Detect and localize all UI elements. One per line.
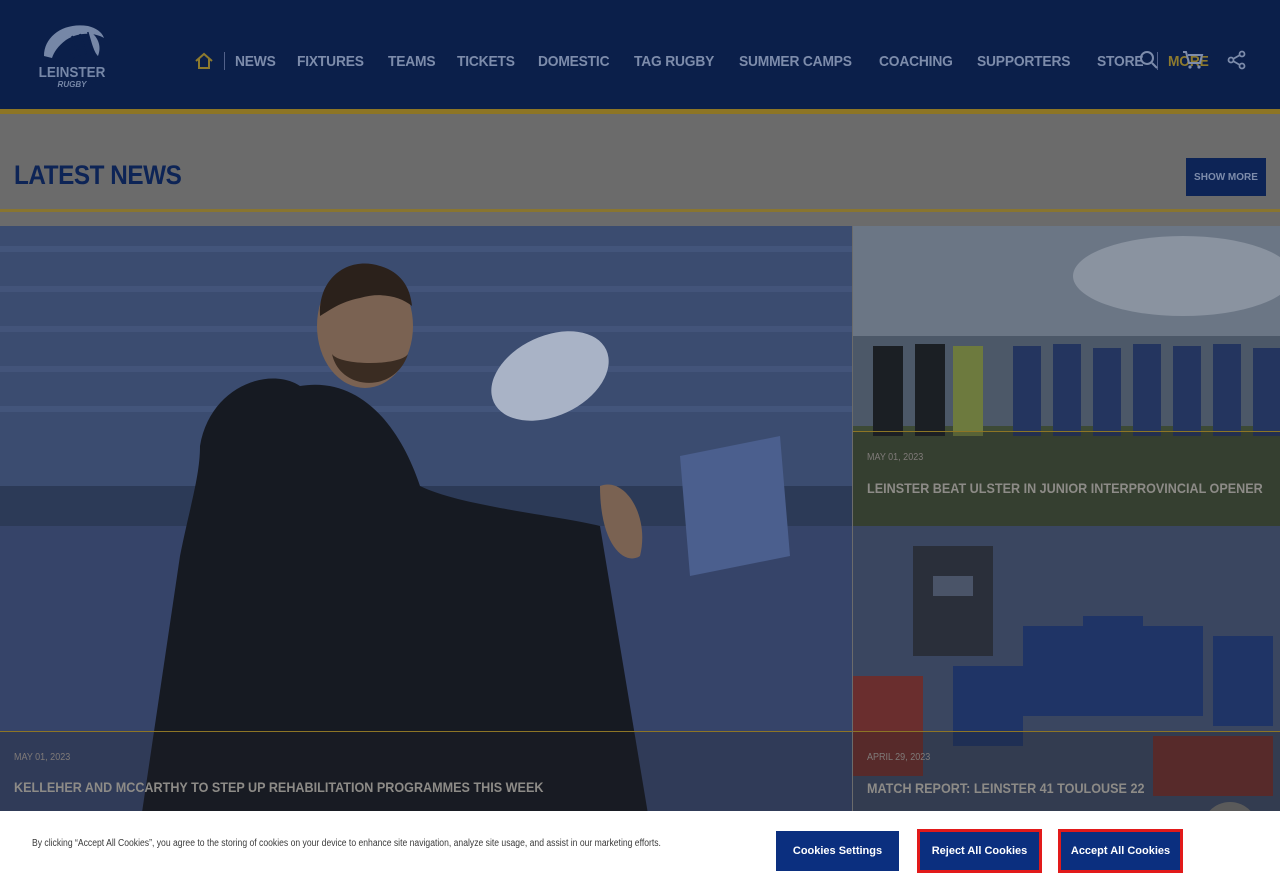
- cart-icon[interactable]: [1182, 48, 1204, 72]
- news-headline[interactable]: KELLEHER AND MCCARTHY TO STEP UP REHABIL…: [14, 779, 543, 795]
- news-tile-main[interactable]: MAY 01, 2023 KELLEHER AND MCCARTHY TO ST…: [0, 226, 852, 826]
- logo-wordmark: LEINSTER: [38, 64, 106, 81]
- section-title: LATEST NEWS: [14, 160, 182, 190]
- main-nav: NEWS FIXTURES TEAMS TICKETS DOMESTIC TAG…: [194, 48, 1230, 74]
- search-icon[interactable]: [1138, 48, 1160, 72]
- nav-item-teams[interactable]: TEAMS: [388, 53, 436, 70]
- news-tile-secondary[interactable]: MAY 01, 2023 LEINSTER BEAT ULSTER IN JUN…: [853, 226, 1280, 526]
- home-icon[interactable]: [194, 50, 216, 72]
- latest-news-header: [0, 119, 1280, 212]
- nav-item-fixtures[interactable]: FIXTURES: [297, 53, 364, 70]
- news-headline[interactable]: MATCH REPORT: LEINSTER 41 TOULOUSE 22: [867, 780, 1144, 796]
- show-more-button[interactable]: SHOW MORE: [1186, 158, 1266, 196]
- nav-item-news[interactable]: NEWS: [235, 53, 276, 70]
- share-icon[interactable]: [1226, 48, 1248, 72]
- accept-all-cookies-button[interactable]: Accept All Cookies: [1058, 829, 1183, 873]
- nav-item-supporters[interactable]: SUPPORTERS: [977, 53, 1070, 70]
- news-caption: MAY 01, 2023 LEINSTER BEAT ULSTER IN JUN…: [853, 431, 1280, 526]
- header-tools: [1138, 48, 1248, 72]
- leinster-logo[interactable]: LEINSTER RUGBY: [34, 22, 110, 90]
- cookie-text: By clicking “Accept All Cookies”, you ag…: [32, 838, 661, 849]
- nav-item-store[interactable]: STORE: [1097, 53, 1144, 70]
- nav-item-tickets[interactable]: TICKETS: [457, 53, 515, 70]
- site-header: LEINSTER RUGBY NEWS FIXTURES TEAMS TICKE…: [0, 0, 1280, 114]
- news-date: MAY 01, 2023: [867, 452, 924, 463]
- nav-item-tag-rugby[interactable]: TAG RUGBY: [634, 53, 714, 70]
- news-date: APRIL 29, 2023: [867, 752, 931, 763]
- nav-item-domestic[interactable]: DOMESTIC: [538, 53, 610, 70]
- nav-item-coaching[interactable]: COACHING: [879, 53, 953, 70]
- nav-item-summer-camps[interactable]: SUMMER CAMPS: [739, 53, 852, 70]
- nav-divider: [224, 52, 225, 70]
- news-headline[interactable]: LEINSTER BEAT ULSTER IN JUNIOR INTERPROV…: [867, 480, 1263, 496]
- cookies-settings-button[interactable]: Cookies Settings: [776, 831, 899, 871]
- cookie-banner: By clicking “Accept All Cookies”, you ag…: [0, 811, 1280, 887]
- news-date: MAY 01, 2023: [14, 752, 71, 763]
- logo-subtext: RUGBY: [57, 80, 87, 89]
- news-tile-secondary[interactable]: APRIL 29, 2023 MATCH REPORT: LEINSTER 41…: [853, 526, 1280, 826]
- reject-all-cookies-button[interactable]: Reject All Cookies: [917, 829, 1042, 873]
